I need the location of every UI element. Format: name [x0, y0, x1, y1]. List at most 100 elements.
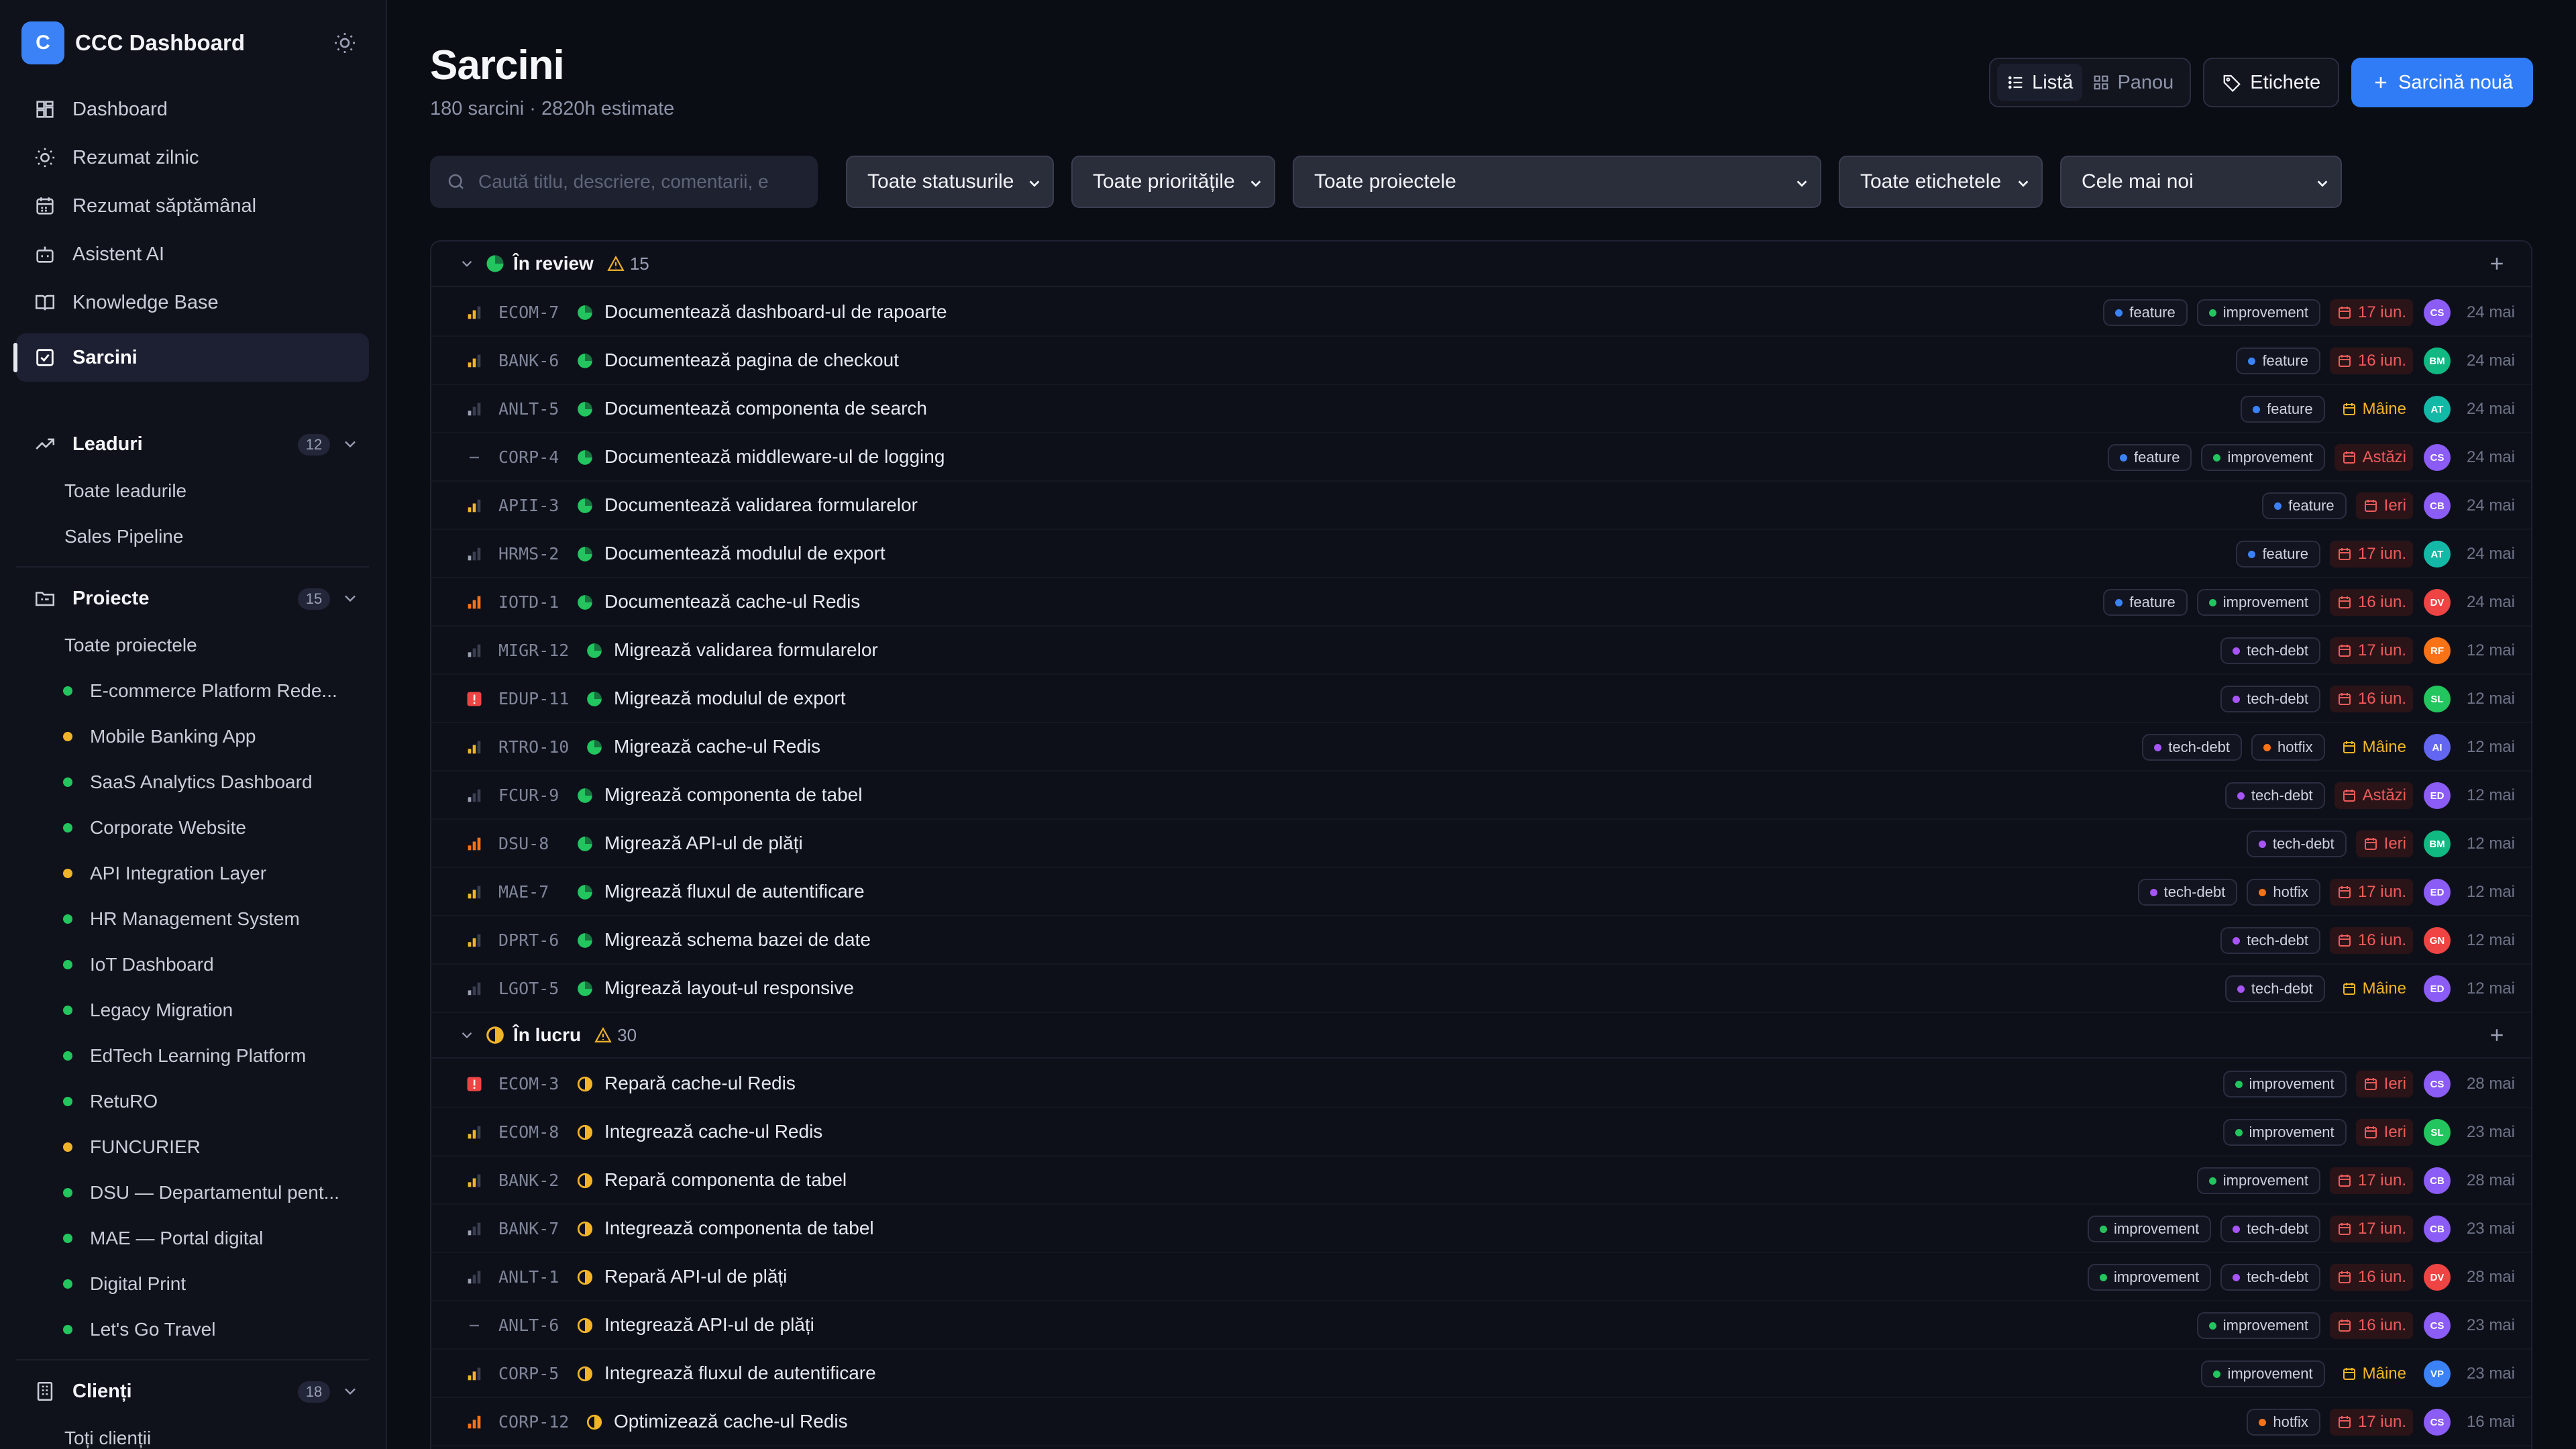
task-title[interactable]: Documentează modulul de export	[604, 543, 885, 564]
new-task-button[interactable]: Sarcină nouă	[2351, 58, 2533, 107]
task-row[interactable]: CORP-5 Integrează fluxul de autentificare…	[431, 1350, 2531, 1398]
assignee-avatar[interactable]: CB	[2424, 492, 2451, 519]
labels-filter-select[interactable]: Toate etichetele	[1839, 156, 2043, 208]
sidebar-item-lead-1[interactable]: Sales Pipeline	[16, 514, 369, 559]
sidebar-item-project[interactable]: Digital Print	[16, 1261, 369, 1307]
label-tag[interactable]: feature	[2236, 541, 2320, 568]
task-row[interactable]: ANLT-5 Documentează componenta de search f…	[431, 385, 2531, 433]
task-title[interactable]: Documentează validarea formularelor	[604, 494, 918, 516]
label-tag[interactable]: improvement	[2201, 1360, 2325, 1387]
task-title[interactable]: Documentează dashboard-ul de rapoarte	[604, 301, 947, 323]
sidebar-item-project[interactable]: API Integration Layer	[16, 851, 369, 896]
task-row[interactable]: FCUR-9 Migrează componenta de tabel tech-d…	[431, 771, 2531, 820]
task-title[interactable]: Repară cache-ul Redis	[604, 1073, 796, 1094]
task-row[interactable]: ECOM-8 Integrează cache-ul Redis improveme…	[431, 1108, 2531, 1157]
task-title[interactable]: Migrează modulul de export	[614, 688, 846, 709]
sidebar-item-project[interactable]: IoT Dashboard	[16, 942, 369, 987]
task-title[interactable]: Repară componenta de tabel	[604, 1169, 847, 1191]
clients-header[interactable]: Clienți 18	[16, 1367, 369, 1415]
label-tag[interactable]: tech-debt	[2224, 782, 2325, 809]
sidebar-item-lead-0[interactable]: Toate leadurile	[16, 468, 369, 514]
label-tag[interactable]: tech-debt	[2142, 734, 2243, 761]
label-tag[interactable]: tech-debt	[2220, 637, 2320, 664]
task-title[interactable]: Integrează API-ul de plăți	[604, 1314, 814, 1336]
task-title[interactable]: Migrează validarea formularelor	[614, 639, 878, 661]
assignee-avatar[interactable]: SL	[2424, 686, 2451, 712]
label-tag[interactable]: hotfix	[2251, 734, 2325, 761]
sidebar-item-project[interactable]: Let's Go Travel	[16, 1307, 369, 1352]
sidebar-item-project[interactable]: HR Management System	[16, 896, 369, 942]
sidebar-item-sarcini[interactable]: Sarcini	[13, 333, 369, 382]
chevron-down-icon[interactable]	[341, 1382, 360, 1401]
task-row[interactable]: APII-3 Documentează validarea formularelo…	[431, 482, 2531, 530]
label-tag[interactable]: improvement	[2088, 1216, 2212, 1242]
task-title[interactable]: Documentează cache-ul Redis	[604, 591, 860, 612]
sidebar-item-knowledge-base[interactable]: Knowledge Base	[16, 278, 369, 327]
group-header-progress[interactable]: În lucru 30	[431, 1013, 2531, 1059]
list-view-button[interactable]: Listă	[1997, 64, 2083, 101]
sidebar-item-project[interactable]: EdTech Learning Platform	[16, 1033, 369, 1079]
task-row[interactable]: MAE-7 Migrează fluxul de autentificare tec…	[431, 868, 2531, 916]
assignee-avatar[interactable]: CB	[2424, 1216, 2451, 1242]
status-filter-select[interactable]: Toate statusurile	[846, 156, 1054, 208]
board-view-button[interactable]: Panou	[2082, 64, 2183, 101]
task-title[interactable]: Optimizează cache-ul Redis	[614, 1411, 848, 1432]
plus-icon[interactable]	[2487, 254, 2507, 274]
label-tag[interactable]: feature	[2241, 396, 2325, 423]
assignee-avatar[interactable]: CS	[2424, 299, 2451, 326]
assignee-avatar[interactable]: CS	[2424, 1312, 2451, 1339]
task-title[interactable]: Migrează fluxul de autentificare	[604, 881, 865, 902]
assignee-avatar[interactable]: VP	[2424, 1360, 2451, 1387]
search-box[interactable]	[430, 156, 818, 208]
search-input[interactable]	[478, 171, 800, 193]
label-tag[interactable]: improvement	[2196, 1312, 2320, 1339]
task-row[interactable]: ANLT-1 Repară API-ul de plăți improvement t…	[431, 1253, 2531, 1301]
task-row[interactable]: RTRO-10 Migrează cache-ul Redis tech-debt h…	[431, 723, 2531, 771]
task-row[interactable]: ANLT-6 Integrează API-ul de plăți improvem…	[431, 1301, 2531, 1350]
assignee-avatar[interactable]: AI	[2424, 734, 2451, 761]
theme-toggle-icon[interactable]	[333, 31, 357, 55]
sidebar-item-project[interactable]: RetuRO	[16, 1079, 369, 1124]
task-title[interactable]: Integrează fluxul de autentificare	[604, 1362, 876, 1384]
assignee-avatar[interactable]: AT	[2424, 396, 2451, 423]
sidebar-item-project[interactable]: Legacy Migration	[16, 987, 369, 1033]
chevron-down-icon[interactable]	[341, 589, 360, 608]
chevron-down-icon[interactable]	[458, 255, 476, 272]
label-tag[interactable]: tech-debt	[2220, 927, 2320, 954]
sidebar-item-project[interactable]: FUNCURIER	[16, 1124, 369, 1170]
assignee-avatar[interactable]: CS	[2424, 1409, 2451, 1436]
label-tag[interactable]: tech-debt	[2220, 1216, 2320, 1242]
label-tag[interactable]: improvement	[2088, 1264, 2212, 1291]
task-title[interactable]: Documentează middleware-ul de logging	[604, 446, 945, 468]
label-tag[interactable]: feature	[2103, 589, 2188, 616]
sidebar-item-project[interactable]: E-commerce Platform Rede...	[16, 668, 369, 714]
task-row[interactable]: CORP-4 Documentează middleware-ul de logg…	[431, 433, 2531, 482]
assignee-avatar[interactable]: DV	[2424, 1264, 2451, 1291]
sidebar-item-all-projects[interactable]: Toate proiectele	[16, 623, 369, 668]
assignee-avatar[interactable]: AT	[2424, 541, 2451, 568]
label-tag[interactable]: tech-debt	[2137, 879, 2238, 906]
task-row[interactable]: EDUP-11 Migrează modulul de export tech-de…	[431, 675, 2531, 723]
brand[interactable]: C CCC Dashboard	[21, 21, 365, 64]
task-row[interactable]: HRMS-2 Documentează modulul de export feat…	[431, 530, 2531, 578]
task-row[interactable]: CORP-12 Optimizează cache-ul Redis hotfix 1…	[431, 1398, 2531, 1446]
assignee-avatar[interactable]: ED	[2424, 782, 2451, 809]
assignee-avatar[interactable]: ED	[2424, 879, 2451, 906]
sidebar-item-project[interactable]: MAE — Portal digital	[16, 1216, 369, 1261]
label-tag[interactable]: tech-debt	[2220, 1264, 2320, 1291]
sidebar-item-rezumat-săptămânal[interactable]: Rezumat săptămânal	[16, 182, 369, 230]
label-tag[interactable]: improvement	[2196, 1167, 2320, 1194]
sidebar-item-dashboard[interactable]: Dashboard	[16, 85, 369, 133]
sidebar-item-asistent-ai[interactable]: Asistent AI	[16, 230, 369, 278]
label-tag[interactable]: hotfix	[2247, 879, 2320, 906]
chevron-down-icon[interactable]	[341, 435, 360, 453]
task-row[interactable]: DSU-8 Migrează API-ul de plăți tech-debt Ie…	[431, 820, 2531, 868]
assignee-avatar[interactable]: ED	[2424, 975, 2451, 1002]
project-filter-select[interactable]: Toate proiectele	[1293, 156, 1821, 208]
task-title[interactable]: Integrează componenta de tabel	[604, 1218, 874, 1239]
label-tag[interactable]: improvement	[2201, 444, 2325, 471]
label-tag[interactable]: improvement	[2222, 1119, 2347, 1146]
label-tag[interactable]: improvement	[2222, 1071, 2347, 1097]
label-tag[interactable]: improvement	[2196, 589, 2320, 616]
sidebar-item-project[interactable]: Corporate Website	[16, 805, 369, 851]
